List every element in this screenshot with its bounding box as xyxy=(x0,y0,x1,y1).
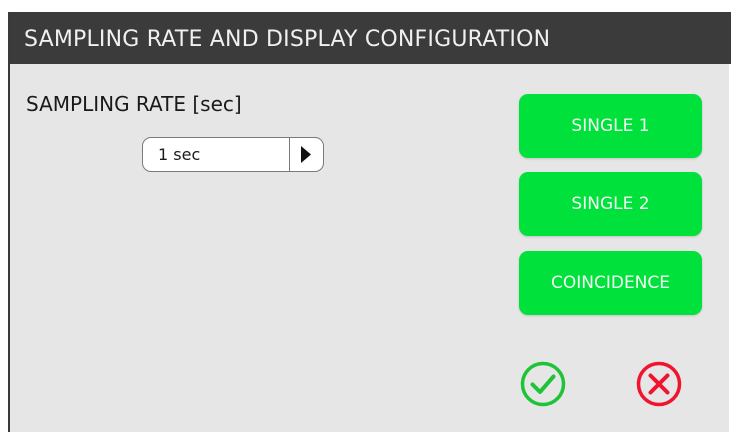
sampling-rate-label: SAMPLING RATE [sec] xyxy=(26,92,242,116)
single-2-label: SINGLE 2 xyxy=(571,194,650,214)
coincidence-label: COINCIDENCE xyxy=(550,273,671,293)
single-2-button[interactable]: SINGLE 2 xyxy=(519,172,702,236)
triangle-right-icon xyxy=(301,146,311,163)
confirm-button[interactable] xyxy=(519,360,567,408)
title-bar: SAMPLING RATE AND DISPLAY CONFIGURATION xyxy=(10,12,731,64)
x-circle-icon xyxy=(636,361,682,407)
next-value-button[interactable] xyxy=(289,138,323,171)
sampling-rate-selector[interactable]: 1 sec xyxy=(142,137,324,172)
single-1-label: SINGLE 1 xyxy=(571,116,650,136)
single-1-button[interactable]: SINGLE 1 xyxy=(519,94,702,158)
cancel-button[interactable] xyxy=(635,360,683,408)
sampling-rate-value: 1 sec xyxy=(158,145,201,164)
check-circle-icon xyxy=(520,361,566,407)
coincidence-button[interactable]: COINCIDENCE xyxy=(519,251,702,315)
config-dialog: SAMPLING RATE AND DISPLAY CONFIGURATION … xyxy=(8,12,731,432)
dialog-title: SAMPLING RATE AND DISPLAY CONFIGURATION xyxy=(24,27,551,52)
